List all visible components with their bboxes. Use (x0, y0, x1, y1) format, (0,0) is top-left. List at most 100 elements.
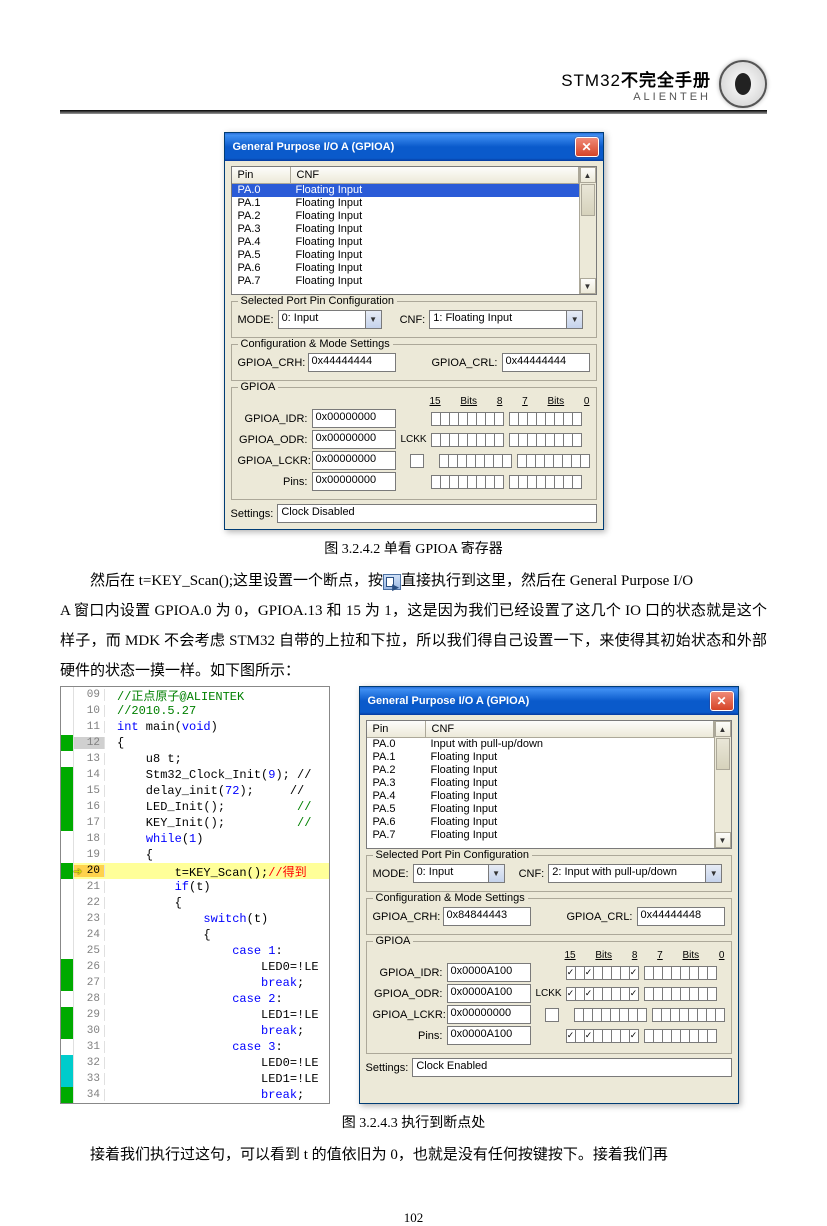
idr-input[interactable]: 0x0000A100 (447, 963, 531, 982)
list-row[interactable]: PA.6Floating Input (367, 816, 714, 829)
bit-checkbox[interactable] (572, 475, 582, 489)
col-cnf-header[interactable]: CNF (426, 721, 714, 737)
list-row[interactable]: PA.0Floating Input (232, 184, 579, 197)
bit-checkbox[interactable]: ✓ (629, 966, 639, 980)
settings-input[interactable]: Clock Disabled (277, 504, 596, 523)
cnf-dropdown[interactable]: 1: Floating Input ▼ (429, 310, 583, 329)
selected-pin-group: Selected Port Pin Configuration MODE: 0:… (231, 301, 597, 338)
bit-checkbox[interactable] (580, 454, 590, 468)
crh-label: GPIOA_CRH: (238, 357, 304, 369)
cnf-label: CNF: (400, 314, 426, 326)
list-row[interactable]: PA.1Floating Input (367, 751, 714, 764)
scroll-up-icon[interactable]: ▲ (715, 721, 731, 737)
scrollbar[interactable]: ▲ ▼ (579, 167, 596, 294)
bit-checkbox[interactable] (502, 454, 512, 468)
list-row[interactable]: PA.1Floating Input (232, 197, 579, 210)
list-row[interactable]: PA.2Floating Input (232, 210, 579, 223)
odr-bit-row[interactable] (432, 433, 582, 447)
cnf-value: 1: Floating Input (429, 310, 567, 329)
bit-checkbox[interactable]: ✓ (629, 1029, 639, 1043)
idr-input[interactable]: 0x00000000 (312, 409, 396, 428)
selected-pin-group: Selected Port Pin Configuration MODE: 0:… (366, 855, 732, 892)
bit-checkbox[interactable] (494, 475, 504, 489)
close-icon[interactable]: ✕ (710, 691, 734, 711)
mode-dropdown[interactable]: 0: Input ▼ (413, 864, 505, 883)
list-row[interactable]: PA.7Floating Input (367, 829, 714, 842)
bit-checkbox[interactable] (494, 433, 504, 447)
pins-label: Pins: (373, 1030, 443, 1042)
alien-logo-icon (719, 60, 767, 108)
pin-list[interactable]: Pin CNF PA.0Input with pull-up/down PA.1… (366, 720, 732, 849)
crl-input[interactable]: 0x44444444 (502, 353, 590, 372)
bit-checkbox[interactable] (494, 412, 504, 426)
list-row[interactable]: PA.4Floating Input (367, 790, 714, 803)
crh-input[interactable]: 0x84844443 (443, 907, 531, 926)
close-icon[interactable]: ✕ (575, 137, 599, 157)
lckr-bit-row[interactable] (575, 1008, 725, 1022)
chevron-down-icon[interactable]: ▼ (366, 310, 382, 329)
dialog-titlebar[interactable]: General Purpose I/O A (GPIOA) ✕ (225, 133, 603, 161)
list-row[interactable]: PA.2Floating Input (367, 764, 714, 777)
scroll-down-icon[interactable]: ▼ (580, 278, 596, 294)
lckr-bit-row[interactable] (440, 454, 590, 468)
list-row[interactable]: PA.5Floating Input (367, 803, 714, 816)
idr-bit-row[interactable] (432, 412, 582, 426)
mode-dropdown[interactable]: 0: Input ▼ (278, 310, 382, 329)
chevron-down-icon[interactable]: ▼ (706, 864, 722, 883)
list-row[interactable]: PA.5Floating Input (232, 249, 579, 262)
idr-bit-row[interactable]: ✓✓✓ (567, 966, 717, 980)
lckr-input[interactable]: 0x00000000 (447, 1005, 531, 1024)
bit-checkbox[interactable] (707, 987, 717, 1001)
code-editor[interactable]: 09//正点原子@ALIENTEK 10//2010.5.27 11int ma… (60, 686, 330, 1104)
scroll-up-icon[interactable]: ▲ (580, 167, 596, 183)
chevron-down-icon[interactable]: ▼ (489, 864, 505, 883)
odr-input[interactable]: 0x00000000 (312, 430, 396, 449)
lckk-checkbox[interactable] (545, 1008, 559, 1022)
list-row[interactable]: PA.4Floating Input (232, 236, 579, 249)
dialog-titlebar[interactable]: General Purpose I/O A (GPIOA) ✕ (360, 687, 738, 715)
scrollbar[interactable]: ▲ ▼ (714, 721, 731, 848)
lckr-input[interactable]: 0x00000000 (312, 451, 396, 470)
col-cnf-header[interactable]: CNF (291, 167, 579, 183)
odr-label: GPIOA_ODR: (238, 434, 308, 446)
crl-label: GPIOA_CRL: (566, 911, 632, 923)
bit-checkbox[interactable] (715, 1008, 725, 1022)
bit-checkbox[interactable] (572, 412, 582, 426)
settings-label: Settings: (366, 1062, 409, 1074)
pins-label: Pins: (238, 476, 308, 488)
odr-input[interactable]: 0x0000A100 (447, 984, 531, 1003)
breakpoint-arrow-icon[interactable]: 20 (74, 865, 105, 877)
list-row[interactable]: PA.3Floating Input (232, 223, 579, 236)
bit-checkbox[interactable] (637, 1008, 647, 1022)
pin-list[interactable]: Pin CNF PA.0Floating Input PA.1Floating … (231, 166, 597, 295)
dialog-title: General Purpose I/O A (GPIOA) (368, 695, 530, 707)
col-pin-header[interactable]: Pin (367, 721, 426, 737)
pins-input[interactable]: 0x00000000 (312, 472, 396, 491)
header-stm32-suffix: 不完全手册 (621, 71, 711, 90)
bit-checkbox[interactable] (572, 433, 582, 447)
list-row[interactable]: PA.0Input with pull-up/down (367, 738, 714, 751)
gpioa-dialog-2: General Purpose I/O A (GPIOA) ✕ Pin CNF … (359, 686, 739, 1104)
col-pin-header[interactable]: Pin (232, 167, 291, 183)
cnf-dropdown[interactable]: 2: Input with pull-up/down ▼ (548, 864, 722, 883)
idr-label: GPIOA_IDR: (373, 967, 443, 979)
scroll-down-icon[interactable]: ▼ (715, 832, 731, 848)
list-row[interactable]: PA.6Floating Input (232, 262, 579, 275)
pins-input[interactable]: 0x0000A100 (447, 1026, 531, 1045)
crl-input[interactable]: 0x44444448 (637, 907, 725, 926)
list-row[interactable]: PA.7Floating Input (232, 275, 579, 288)
pins-bit-row[interactable] (432, 475, 582, 489)
list-row[interactable]: PA.3Floating Input (367, 777, 714, 790)
settings-input[interactable]: Clock Enabled (412, 1058, 731, 1077)
bit-checkbox[interactable] (707, 1029, 717, 1043)
crh-input[interactable]: 0x44444444 (308, 353, 396, 372)
lckk-checkbox[interactable] (410, 454, 424, 468)
chevron-down-icon[interactable]: ▼ (567, 310, 583, 329)
bit-checkbox[interactable]: ✓ (629, 987, 639, 1001)
scroll-thumb[interactable] (716, 738, 730, 770)
odr-bit-row[interactable]: ✓✓✓ (567, 987, 717, 1001)
pins-bit-row[interactable]: ✓✓✓ (567, 1029, 717, 1043)
config-mode-group: Configuration & Mode Settings GPIOA_CRH:… (366, 898, 732, 935)
bit-checkbox[interactable] (707, 966, 717, 980)
scroll-thumb[interactable] (581, 184, 595, 216)
